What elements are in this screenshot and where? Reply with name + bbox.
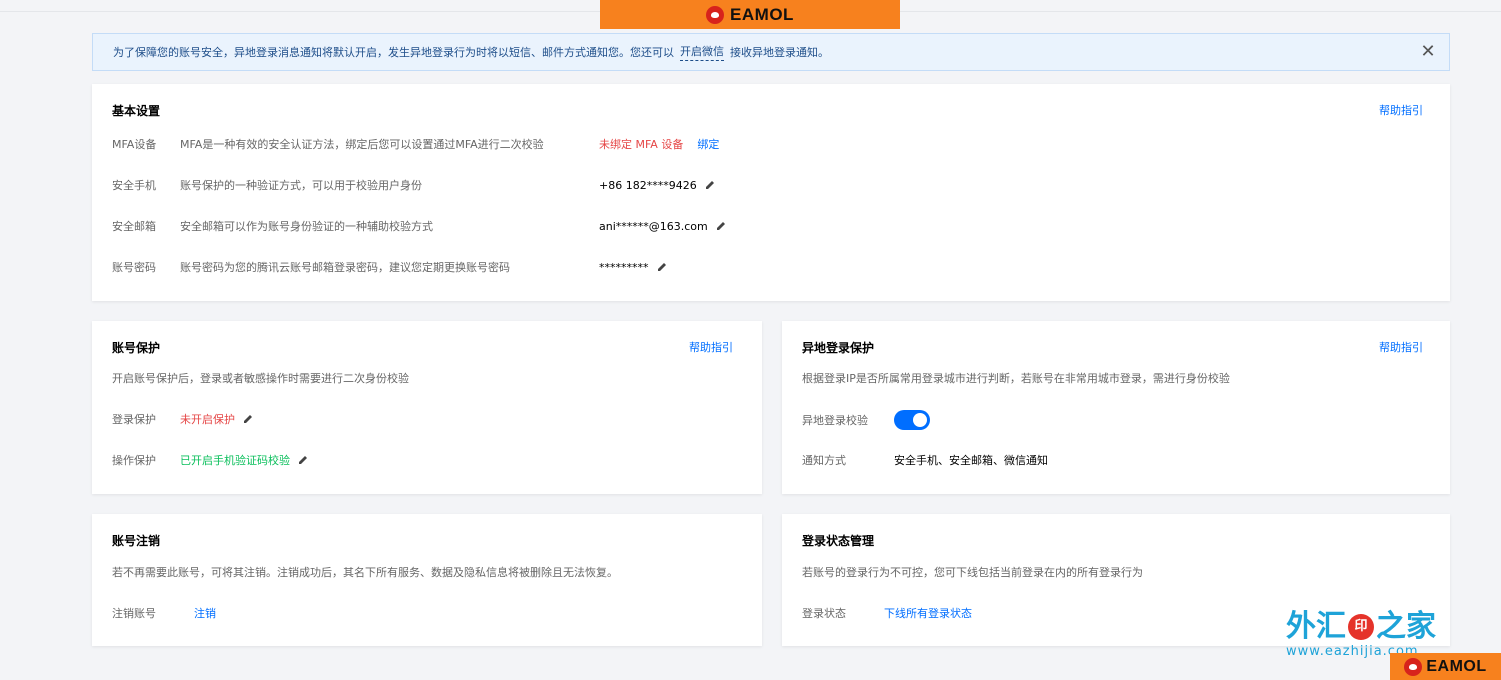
password-value: ********* <box>599 260 649 274</box>
cancel-desc-row: 若不再需要此账号，可将其注销。注销成功后，其名下所有服务、数据及隐私信息将被删除… <box>112 564 618 580</box>
session-desc: 若账号的登录行为不可控，您可下线包括当前登录在内的所有登录行为 <box>802 566 1143 579</box>
brand-logo-text: EAMOL <box>1426 657 1487 675</box>
logout-all-link[interactable]: 下线所有登录状态 <box>884 605 972 621</box>
notice-text-before: 为了保障您的账号安全，异地登录消息通知将默认开启，发生异地登录行为时将以短信、邮… <box>113 46 674 59</box>
notice-text-after: 接收异地登录通知。 <box>730 46 829 59</box>
edit-op-protect-icon[interactable] <box>298 455 308 465</box>
edit-email-icon[interactable] <box>716 221 726 231</box>
account-protection-card: 账号保护 帮助指引 开启账号保护后，登录或者敏感操作时需要进行二次身份校验 登录… <box>92 321 762 494</box>
notify-row: 通知方式 安全手机、安全邮箱、微信通知 <box>802 452 1048 468</box>
session-action-row: 登录状态 下线所有登录状态 <box>802 605 972 621</box>
password-desc: 账号密码为您的腾讯云账号邮箱登录密码，建议您定期更换账号密码 <box>180 261 510 274</box>
op-protect-label: 操作保护 <box>112 454 156 467</box>
email-value: ani******@163.com <box>599 219 708 233</box>
login-protect-label: 登录保护 <box>112 413 156 426</box>
phone-desc: 账号保护的一种验证方式，可以用于校验用户身份 <box>180 179 422 192</box>
basic-settings-title: 基本设置 <box>112 104 161 118</box>
watermark-cn-left: 外汇 <box>1286 609 1346 644</box>
remote-check-label: 异地登录校验 <box>802 414 868 427</box>
account-cancel-card: 账号注销 若不再需要此账号，可将其注销。注销成功后，其名下所有服务、数据及隐私信… <box>92 514 762 646</box>
brand-logo-icon <box>706 5 725 24</box>
remote-check-row: 异地登录校验 <box>802 409 930 431</box>
brand-banner-top: EAMOL <box>600 0 900 29</box>
password-row: 账号密码 账号密码为您的腾讯云账号邮箱登录密码，建议您定期更换账号密码 ****… <box>112 259 667 275</box>
op-protect-row: 操作保护 已开启手机验证码校验 <box>112 452 308 468</box>
basic-settings-card: 基本设置 帮助指引 MFA设备 MFA是一种有效的安全认证方法，绑定后您可以设置… <box>92 84 1450 301</box>
account-protection-title: 账号保护 <box>112 341 161 355</box>
protect-desc-row: 开启账号保护后，登录或者敏感操作时需要进行二次身份校验 <box>112 370 409 386</box>
cancel-desc: 若不再需要此账号，可将其注销。注销成功后，其名下所有服务、数据及隐私信息将被删除… <box>112 566 618 579</box>
remote-check-toggle[interactable] <box>894 410 930 430</box>
notify-label: 通知方式 <box>802 454 846 467</box>
protect-desc: 开启账号保护后，登录或者敏感操作时需要进行二次身份校验 <box>112 372 409 385</box>
email-row: 安全邮箱 安全邮箱可以作为账号身份验证的一种辅助校验方式 ani******@1… <box>112 218 726 234</box>
login-protect-status: 未开启保护 <box>180 413 235 426</box>
close-icon[interactable]: ✕ <box>1417 41 1439 63</box>
watermark-cn-right: 之家 <box>1376 609 1436 644</box>
mfa-row: MFA设备 MFA是一种有效的安全认证方法，绑定后您可以设置通过MFA进行二次校… <box>112 136 719 152</box>
remote-login-title: 异地登录保护 <box>802 341 875 355</box>
brand-logo-text: EAMOL <box>730 4 794 24</box>
account-cancel-title: 账号注销 <box>112 534 161 548</box>
session-title: 登录状态管理 <box>802 534 875 548</box>
phone-row: 安全手机 账号保护的一种验证方式，可以用于校验用户身份 +86 182****9… <box>112 177 715 193</box>
cancel-action-row: 注销账号 注销 <box>112 605 216 621</box>
edit-phone-icon[interactable] <box>705 180 715 190</box>
notify-value: 安全手机、安全邮箱、微信通知 <box>894 454 1048 467</box>
remote-desc-row: 根据登录IP是否所属常用登录城市进行判断，若账号在非常用城市登录，需进行身份校验 <box>802 370 1230 386</box>
remote-help-link[interactable]: 帮助指引 <box>1379 339 1423 355</box>
login-protect-row: 登录保护 未开启保护 <box>112 411 253 427</box>
email-label: 安全邮箱 <box>112 220 156 233</box>
mfa-status: 未绑定 MFA 设备 <box>599 138 684 151</box>
edit-login-protect-icon[interactable] <box>243 414 253 424</box>
mfa-desc: MFA是一种有效的安全认证方法，绑定后您可以设置通过MFA进行二次校验 <box>180 138 544 151</box>
watermark-seal: 印 <box>1348 614 1374 640</box>
protect-help-link[interactable]: 帮助指引 <box>689 339 733 355</box>
phone-value: +86 182****9426 <box>599 178 697 192</box>
watermark-name: 外汇 印 之家 <box>1286 610 1446 644</box>
session-desc-row: 若账号的登录行为不可控，您可下线包括当前登录在内的所有登录行为 <box>802 564 1143 580</box>
remote-desc: 根据登录IP是否所属常用登录城市进行判断，若账号在非常用城市登录，需进行身份校验 <box>802 372 1230 385</box>
edit-password-icon[interactable] <box>657 262 667 272</box>
cancel-account-link[interactable]: 注销 <box>194 605 216 621</box>
phone-label: 安全手机 <box>112 179 156 192</box>
op-protect-status: 已开启手机验证码校验 <box>180 454 290 467</box>
brand-banner-bottom: EAMOL <box>1390 653 1501 680</box>
basic-help-link[interactable]: 帮助指引 <box>1379 102 1423 118</box>
security-notice: 为了保障您的账号安全，异地登录消息通知将默认开启，发生异地登录行为时将以短信、邮… <box>92 33 1450 71</box>
remote-login-card: 异地登录保护 帮助指引 根据登录IP是否所属常用登录城市进行判断，若账号在非常用… <box>782 321 1450 494</box>
enable-wechat-link[interactable]: 开启微信 <box>680 43 724 61</box>
email-desc: 安全邮箱可以作为账号身份验证的一种辅助校验方式 <box>180 220 433 233</box>
bind-mfa-link[interactable]: 绑定 <box>697 136 719 152</box>
mfa-label: MFA设备 <box>112 138 157 151</box>
password-label: 账号密码 <box>112 261 156 274</box>
session-label: 登录状态 <box>802 607 846 620</box>
cancel-label: 注销账号 <box>112 607 156 620</box>
brand-logo-icon <box>1404 657 1423 676</box>
